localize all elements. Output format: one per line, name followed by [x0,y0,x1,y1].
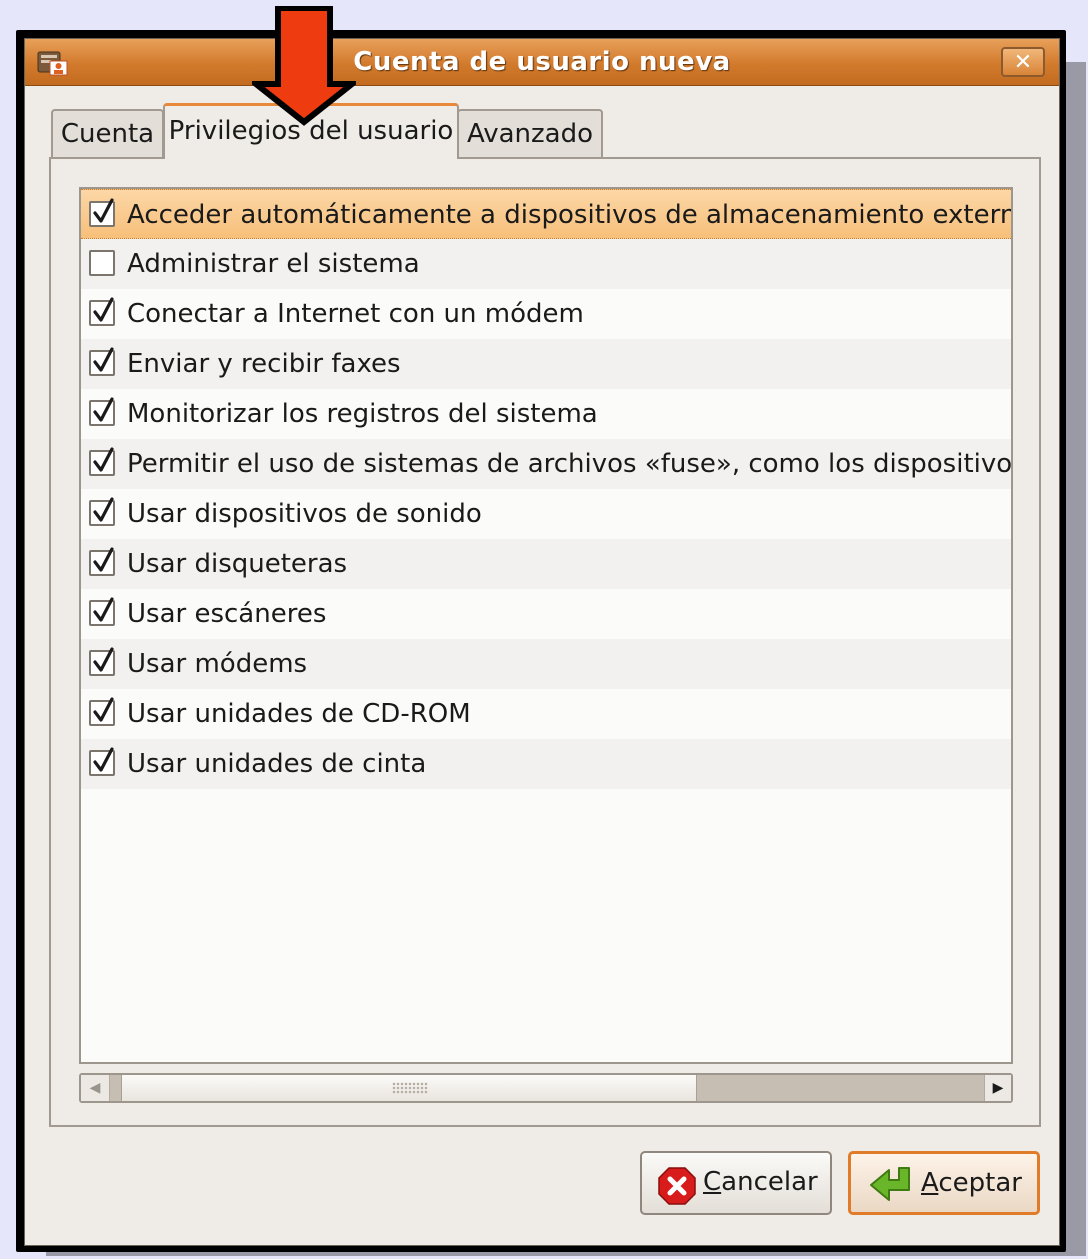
privilege-row[interactable]: Usar escáneres [81,589,1011,639]
privilege-checkbox[interactable] [89,198,115,227]
privilege-checkbox[interactable] [89,597,115,626]
privilege-row[interactable]: Usar unidades de CD-ROM [81,689,1011,739]
close-button[interactable]: ✕ [1001,47,1045,77]
privilege-row[interactable]: Usar dispositivos de sonido [81,489,1011,539]
privilege-checkbox[interactable] [89,747,115,776]
privilege-label: Permitir el uso de sistemas de archivos … [127,449,1013,479]
cancel-x-icon [658,1167,696,1205]
privileges-list: Acceder automáticamente a dispositivos d… [79,187,1013,1064]
scroll-left-arrow-icon[interactable]: ◀ [81,1075,110,1101]
tab-avanzado[interactable]: Avanzado [457,109,603,157]
privilege-row[interactable]: Acceder automáticamente a dispositivos d… [81,189,1011,239]
scroll-right-arrow-icon[interactable]: ▶ [984,1075,1011,1101]
tab-panel: Acceder automáticamente a dispositivos d… [49,157,1041,1127]
privilege-checkbox[interactable] [89,697,115,726]
checkmark-icon [93,647,114,672]
privilege-row[interactable]: Usar módems [81,639,1011,689]
privilege-row[interactable]: Monitorizar los registros del sistema [81,389,1011,439]
horizontal-scrollbar[interactable]: ◀ ▶ [79,1073,1013,1103]
title-bar[interactable]: Cuenta de usuario nueva ✕ [25,39,1059,86]
checkmark-icon [93,547,114,572]
scrollbar-thumb[interactable] [121,1075,697,1101]
privilege-label: Usar disqueteras [127,549,348,579]
checkmark-icon [93,597,114,622]
privilege-row[interactable]: Usar unidades de cinta [81,739,1011,789]
tab-cuenta[interactable]: Cuenta [51,109,164,157]
accept-button[interactable]: Aceptar [848,1151,1040,1215]
checkmark-icon [93,747,114,772]
accept-label: Aceptar [921,1168,1022,1198]
privilege-checkbox[interactable] [89,447,115,476]
privilege-label: Enviar y recibir faxes [127,349,401,379]
privilege-checkbox[interactable] [89,347,115,376]
checkmark-icon [93,447,114,472]
privilege-row[interactable]: Usar disqueteras [81,539,1011,589]
privilege-checkbox[interactable] [89,647,115,676]
privilege-checkbox[interactable] [89,297,115,326]
privilege-checkbox[interactable] [89,250,115,276]
privilege-row[interactable]: Enviar y recibir faxes [81,339,1011,389]
privilege-row[interactable]: Permitir el uso de sistemas de archivos … [81,439,1011,489]
privilege-checkbox[interactable] [89,497,115,526]
window-title: Cuenta de usuario nueva [353,47,731,77]
privilege-checkbox[interactable] [89,397,115,426]
privilege-label: Usar módems [127,649,308,679]
green-arrow-icon [870,1167,910,1201]
dialog-window: Cuenta de usuario nueva ✕ Cuenta Privile… [24,38,1060,1246]
privilege-label: Acceder automáticamente a dispositivos d… [127,200,1013,230]
privilege-label: Monitorizar los registros del sistema [127,399,598,429]
cancel-button[interactable]: Cancelar [640,1151,832,1215]
privilege-row[interactable]: Conectar a Internet con un módem [81,289,1011,339]
checkmark-icon [93,697,114,722]
privilege-checkbox[interactable] [89,547,115,576]
privilege-label: Usar dispositivos de sonido [127,499,482,529]
checkmark-icon [93,198,114,223]
scrollbar-grip [392,1082,428,1094]
cancel-label: Cancelar [703,1167,818,1197]
privilege-label: Conectar a Internet con un módem [127,299,584,329]
privilege-label: Usar escáneres [127,599,327,629]
privilege-label: Administrar el sistema [127,249,420,279]
checkmark-icon [93,397,114,422]
privilege-label: Usar unidades de cinta [127,749,427,779]
checkmark-icon [93,297,114,322]
red-down-arrow-annotation [252,6,356,126]
privilege-row[interactable]: Administrar el sistema [81,239,1011,289]
checkmark-icon [93,347,114,372]
privilege-label: Usar unidades de CD-ROM [127,699,471,729]
close-icon: ✕ [1013,49,1033,75]
checkmark-icon [93,497,114,522]
